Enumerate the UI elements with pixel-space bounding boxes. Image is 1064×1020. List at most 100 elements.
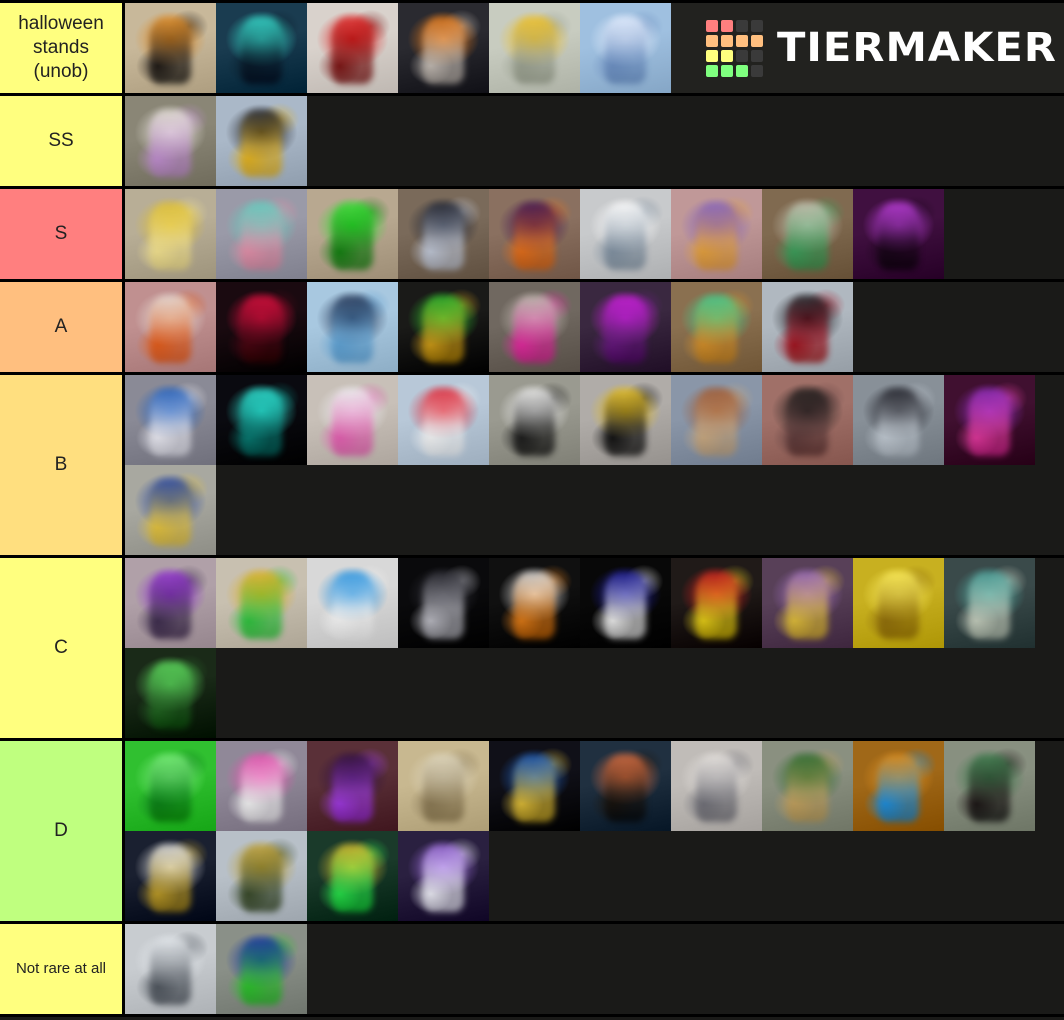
tier-item-thumbnail[interactable] [944,741,1035,831]
tier-label-3[interactable]: A [0,282,125,372]
character-silhouette [968,755,1011,822]
tier-item-thumbnail[interactable] [125,282,216,372]
tier-item-thumbnail[interactable] [125,741,216,831]
tier-item-thumbnail[interactable] [307,558,398,648]
tier-item-thumbnail[interactable] [398,189,489,279]
tier-item-thumbnail[interactable] [580,741,671,831]
tier-item-thumbnail[interactable] [307,375,398,465]
tier-item-thumbnail[interactable] [216,189,307,279]
tier-item-thumbnail[interactable] [398,3,489,93]
tier-item-thumbnail[interactable] [671,189,762,279]
tier-item-thumbnail[interactable] [398,741,489,831]
character-silhouette [604,755,647,822]
tier-item-thumbnail[interactable] [580,282,671,372]
tier-item-thumbnail[interactable] [762,282,853,372]
tier-item-thumbnail[interactable] [216,282,307,372]
character-silhouette [331,755,374,822]
tier-item-thumbnail[interactable] [398,282,489,372]
tier-label-1[interactable]: SS [0,96,125,186]
tier-item-thumbnail[interactable] [307,831,398,921]
tier-item-thumbnail[interactable] [580,375,671,465]
character-silhouette [422,572,465,639]
tier-item-thumbnail[interactable] [762,558,853,648]
tier-item-thumbnail[interactable] [216,831,307,921]
tier-label-0[interactable]: halloween stands (unob) [0,3,125,93]
tier-item-thumbnail[interactable] [489,558,580,648]
tier-item-thumbnail[interactable] [125,465,216,555]
tier-item-thumbnail[interactable] [580,3,671,93]
character-silhouette [240,755,283,822]
tier-item-thumbnail[interactable] [307,3,398,93]
tier-items-2[interactable] [125,189,1064,279]
tier-item-thumbnail[interactable] [307,282,398,372]
tier-item-thumbnail[interactable] [762,189,853,279]
tier-label-4[interactable]: B [0,375,125,555]
tier-items-0[interactable]: TIERMAKER [125,3,1064,93]
tier-item-thumbnail[interactable] [580,189,671,279]
tier-label-2[interactable]: S [0,189,125,279]
tier-item-thumbnail[interactable] [489,741,580,831]
tier-item-thumbnail[interactable] [580,558,671,648]
tier-item-thumbnail[interactable] [671,558,762,648]
tier-item-thumbnail[interactable] [125,96,216,186]
tier-item-thumbnail[interactable] [853,189,944,279]
character-silhouette [331,296,374,363]
tier-items-3[interactable] [125,282,1064,372]
tier-item-thumbnail[interactable] [216,558,307,648]
tier-items-7[interactable] [125,924,1064,1014]
tier-item-thumbnail[interactable] [125,558,216,648]
tier-items-1[interactable] [125,96,1064,186]
tier-row: A [0,282,1064,375]
tier-item-thumbnail[interactable] [671,375,762,465]
tier-item-thumbnail[interactable] [944,375,1035,465]
character-silhouette [968,389,1011,456]
tier-item-thumbnail[interactable] [398,831,489,921]
tier-item-thumbnail[interactable] [671,282,762,372]
tier-items-4[interactable] [125,375,1064,555]
tier-item-thumbnail[interactable] [853,558,944,648]
tier-items-6[interactable] [125,741,1064,921]
tier-item-thumbnail[interactable] [125,3,216,93]
character-silhouette [149,17,192,84]
tier-label-6[interactable]: D [0,741,125,921]
character-silhouette [149,203,192,270]
tier-item-thumbnail[interactable] [762,375,853,465]
tier-item-thumbnail[interactable] [125,831,216,921]
tier-item-thumbnail[interactable] [216,3,307,93]
tier-item-thumbnail[interactable] [944,558,1035,648]
tier-item-thumbnail[interactable] [216,924,307,1014]
tier-items-5[interactable] [125,558,1064,738]
tier-item-thumbnail[interactable] [216,96,307,186]
tier-item-thumbnail[interactable] [398,558,489,648]
tier-item-thumbnail[interactable] [671,741,762,831]
tier-item-thumbnail[interactable] [853,375,944,465]
tier-item-thumbnail[interactable] [489,375,580,465]
character-silhouette [786,755,829,822]
tier-item-thumbnail[interactable] [398,375,489,465]
tier-item-thumbnail[interactable] [216,375,307,465]
tier-item-thumbnail[interactable] [125,375,216,465]
character-silhouette [695,755,738,822]
tier-item-thumbnail[interactable] [125,648,216,738]
tier-item-thumbnail[interactable] [125,189,216,279]
character-silhouette [604,572,647,639]
tier-item-thumbnail[interactable] [307,741,398,831]
character-silhouette [877,203,920,270]
tier-label-7[interactable]: Not rare at all [0,924,125,1014]
character-silhouette [695,296,738,363]
character-silhouette [240,845,283,912]
tier-item-thumbnail[interactable] [216,741,307,831]
tier-item-thumbnail[interactable] [489,3,580,93]
character-silhouette [240,110,283,177]
character-silhouette [604,296,647,363]
tier-item-thumbnail[interactable] [762,741,853,831]
tier-item-thumbnail[interactable] [489,282,580,372]
tier-item-thumbnail[interactable] [307,189,398,279]
character-silhouette [513,755,556,822]
tier-item-thumbnail[interactable] [853,741,944,831]
tier-item-thumbnail[interactable] [125,924,216,1014]
character-silhouette [513,389,556,456]
tier-item-thumbnail[interactable] [489,189,580,279]
character-silhouette [149,572,192,639]
tier-label-5[interactable]: C [0,558,125,738]
